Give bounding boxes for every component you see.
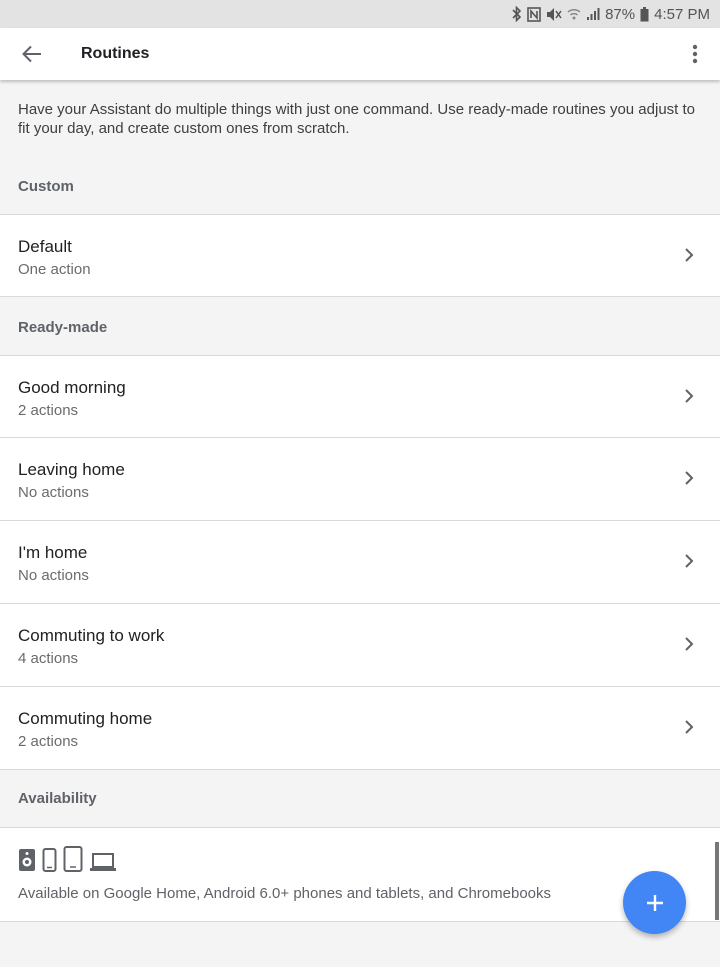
routine-action-count: No actions	[18, 484, 89, 501]
routine-action-count: No actions	[18, 567, 89, 584]
chevron-right-icon	[685, 389, 694, 403]
routine-row-im-home[interactable]: I'm home No actions	[0, 521, 720, 604]
scrollbar[interactable]	[715, 842, 719, 920]
nfc-icon	[527, 6, 541, 22]
chevron-right-icon	[685, 554, 694, 568]
tablet-icon	[63, 846, 83, 872]
back-arrow-icon	[22, 45, 41, 63]
back-button[interactable]	[0, 28, 64, 80]
section-header-availability: Availability	[18, 790, 97, 807]
battery-icon	[640, 6, 649, 22]
intro-text: Have your Assistant do multiple things w…	[18, 101, 696, 137]
speaker-icon	[19, 849, 35, 871]
routine-action-count: 2 actions	[18, 402, 79, 419]
availability-text: Available on Google Home, Android 6.0+ p…	[18, 885, 551, 902]
routine-row-commuting-home[interactable]: Commuting home 2 actions	[0, 687, 720, 770]
phone-icon	[42, 848, 57, 872]
routine-action-count: One action	[18, 261, 91, 278]
status-bar: 87% 4:57 PM	[0, 0, 720, 28]
mute-icon	[546, 7, 562, 22]
routine-label: Commuting to work	[18, 626, 165, 645]
routine-label: Leaving home	[18, 460, 125, 479]
chevron-right-icon	[685, 637, 694, 651]
routine-row-commuting-to-work[interactable]: Commuting to work 4 actions	[0, 604, 720, 687]
page-title: Routines	[81, 45, 150, 62]
device-icons	[18, 846, 117, 872]
routine-row-default[interactable]: Default One action	[0, 214, 720, 297]
routine-label: Commuting home	[18, 709, 153, 728]
routine-label: I'm home	[18, 543, 88, 562]
routine-row-good-morning[interactable]: Good morning 2 actions	[0, 355, 720, 438]
signal-icon	[586, 7, 600, 21]
more-options-button[interactable]	[670, 28, 720, 80]
battery-percent: 87%	[605, 5, 636, 23]
add-routine-button[interactable]	[623, 871, 686, 934]
laptop-icon	[90, 853, 116, 871]
more-vert-icon	[692, 44, 698, 64]
wifi-icon	[567, 7, 581, 22]
routine-label: Default	[18, 237, 72, 256]
section-header-custom: Custom	[18, 178, 74, 195]
availability-card: Available on Google Home, Android 6.0+ p…	[0, 827, 720, 922]
section-header-ready-made: Ready-made	[18, 319, 108, 336]
chevron-right-icon	[685, 248, 694, 262]
bluetooth-icon	[511, 6, 522, 22]
plus-icon	[646, 894, 663, 911]
routine-label: Good morning	[18, 378, 126, 397]
routine-row-leaving-home[interactable]: Leaving home No actions	[0, 438, 720, 521]
app-bar: Routines	[0, 28, 720, 80]
clock: 4:57 PM	[654, 5, 710, 23]
routine-action-count: 4 actions	[18, 650, 79, 667]
routine-action-count: 2 actions	[18, 733, 79, 750]
chevron-right-icon	[685, 720, 694, 734]
chevron-right-icon	[685, 471, 694, 485]
